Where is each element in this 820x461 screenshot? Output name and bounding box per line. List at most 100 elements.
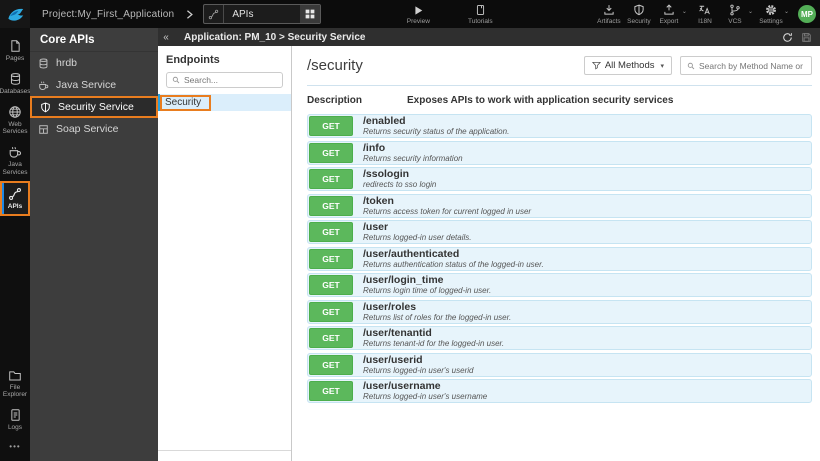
endpoint-path: /user/username — [363, 380, 441, 393]
filter-icon — [591, 61, 601, 70]
endpoint-description: Returns security information — [363, 153, 463, 163]
play-icon — [413, 4, 424, 17]
endpoint-list: GET /enabled Returns security status of … — [307, 114, 812, 403]
ellipsis-icon: ••• — [9, 442, 21, 451]
sidebar-item-file-explorer[interactable]: File Explorer — [0, 364, 30, 404]
selector-label: APIs — [232, 8, 254, 20]
preview-button[interactable]: Preview — [405, 4, 431, 25]
search-icon — [172, 76, 180, 84]
method-badge: GET — [309, 381, 353, 401]
user-avatar[interactable]: MP — [798, 5, 816, 23]
endpoint-description: Returns login time of logged-in user. — [363, 286, 492, 296]
resource-type-selector[interactable]: APIs — [203, 4, 322, 24]
endpoint-row[interactable]: GET /enabled Returns security status of … — [307, 114, 812, 138]
core-apis-title: Core APIs — [30, 28, 158, 52]
core-api-item-security-service[interactable]: Security Service — [30, 96, 158, 118]
api-icon — [204, 5, 225, 23]
endpoint-description: Returns tenant-id for the logged-in user… — [363, 339, 505, 349]
method-search-input[interactable] — [699, 60, 805, 71]
logo-icon — [7, 8, 23, 21]
artifacts-button[interactable]: Artifacts — [596, 4, 622, 25]
endpoint-row[interactable]: GET /user/username Returns logged-in use… — [307, 379, 812, 403]
topbar: Project:My_First_Application APIs Previe… — [0, 0, 820, 28]
endpoint-description: Returns logged-in user's username — [363, 392, 488, 402]
core-apis-panel: Core APIs hrdb Java Service Security Ser… — [30, 28, 158, 461]
endpoint-row[interactable]: GET /user/userid Returns logged-in user'… — [307, 352, 812, 377]
sidebar-item-pages[interactable]: Pages — [0, 34, 30, 67]
wavemaker-logo[interactable] — [0, 0, 30, 28]
method-badge: GET — [309, 301, 353, 322]
settings-button[interactable]: Settings — [758, 4, 784, 25]
endpoints-search[interactable] — [166, 72, 283, 88]
endpoints-title: Endpoints — [166, 54, 220, 66]
method-badge: GET — [309, 169, 353, 189]
chevron-down-icon[interactable]: ⌄ — [784, 8, 789, 15]
file-text-icon — [9, 408, 22, 422]
service-description-row: Description Exposes APIs to work with ap… — [307, 86, 812, 114]
endpoint-path: /user/authenticated — [363, 247, 460, 260]
work-area: « Application: PM_10 > Security Service — [158, 28, 820, 461]
chevron-right-icon — [184, 9, 195, 20]
shield-icon — [633, 4, 645, 17]
core-api-item-soap-service[interactable]: Soap Service — [30, 118, 158, 140]
description-label: Description — [307, 95, 363, 106]
methods-filter-dropdown[interactable]: All Methods ▾ — [583, 56, 672, 75]
project-name: Project:My_First_Application — [42, 8, 175, 20]
endpoint-row[interactable]: GET /user/login_time Returns login time … — [307, 273, 812, 297]
method-badge: GET — [309, 248, 353, 269]
core-api-item-hrdb[interactable]: hrdb — [30, 52, 158, 74]
save-button[interactable] — [801, 32, 812, 43]
method-badge: GET — [309, 116, 353, 136]
tutorials-button[interactable]: Tutorials — [467, 4, 493, 25]
endpoint-description: Returns authentication status of the log… — [363, 259, 544, 269]
endpoints-search-input[interactable] — [184, 75, 277, 85]
endpoint-item-security[interactable]: Security — [158, 94, 291, 111]
chevron-down-icon[interactable]: ⌄ — [682, 8, 687, 15]
app-window: Project:My_First_Application APIs Previe… — [0, 0, 820, 461]
app-body: Pages Databases Web Services Java Servic… — [0, 28, 820, 461]
grid-icon[interactable] — [300, 5, 321, 23]
i18n-button[interactable]: I18N — [692, 4, 718, 25]
method-search[interactable] — [680, 56, 812, 75]
sidebar-item-web-services[interactable]: Web Services — [0, 100, 30, 141]
endpoint-row[interactable]: GET /user/authenticated Returns authenti… — [307, 246, 812, 271]
coffee-icon — [8, 145, 22, 159]
endpoint-row[interactable]: GET /info Returns security information — [307, 140, 812, 165]
endpoint-row[interactable]: GET /user Returns logged-in user details… — [307, 220, 812, 244]
core-api-item-java-service[interactable]: Java Service — [30, 74, 158, 96]
endpoint-row[interactable]: GET /user/tenantid Returns tenant-id for… — [307, 326, 812, 350]
collapse-panel-button[interactable]: « — [158, 32, 174, 43]
page-icon — [9, 39, 22, 53]
method-badge: GET — [309, 142, 353, 163]
security-button[interactable]: Security — [626, 4, 652, 25]
api-icon — [8, 187, 22, 201]
method-badge: GET — [309, 328, 353, 348]
endpoint-description: Returns list of roles for the logged-in … — [363, 312, 512, 322]
sidebar-item-databases[interactable]: Databases — [0, 67, 31, 100]
endpoint-path: /user/userid — [363, 353, 423, 366]
refresh-button[interactable] — [782, 32, 793, 43]
service-content: /security All Methods ▾ Search by Method… — [292, 46, 820, 461]
more-options-button[interactable]: ••• — [0, 436, 30, 457]
upload-icon — [663, 4, 675, 17]
sidebar-item-java-services[interactable]: Java Services — [0, 140, 30, 181]
export-button[interactable]: Export — [656, 4, 682, 25]
topbar-center-actions: Preview Tutorials — [405, 4, 493, 25]
endpoint-path: /enabled — [363, 115, 406, 128]
left-rail: Pages Databases Web Services Java Servic… — [0, 28, 31, 461]
method-badge: GET — [309, 275, 353, 295]
application-header: « Application: PM_10 > Security Service — [158, 28, 820, 46]
endpoint-row[interactable]: GET /token Returns access token for curr… — [307, 193, 812, 218]
endpoint-path: /user — [363, 221, 389, 234]
method-badge: GET — [309, 195, 353, 216]
sidebar-item-apis[interactable]: APIs — [0, 180, 30, 216]
sidebar-item-logs[interactable]: Logs — [0, 403, 30, 436]
gear-icon — [765, 4, 777, 17]
soap-icon — [38, 124, 50, 135]
chevron-down-icon[interactable]: ⌄ — [748, 8, 753, 15]
endpoint-path: /ssologin — [363, 168, 410, 181]
vcs-button[interactable]: VCS — [722, 4, 748, 25]
service-toolbar: /security All Methods ▾ — [307, 46, 812, 86]
endpoint-row[interactable]: GET /user/roles Returns list of roles fo… — [307, 299, 812, 324]
endpoint-row[interactable]: GET /ssologin redirects to sso login — [307, 167, 812, 191]
